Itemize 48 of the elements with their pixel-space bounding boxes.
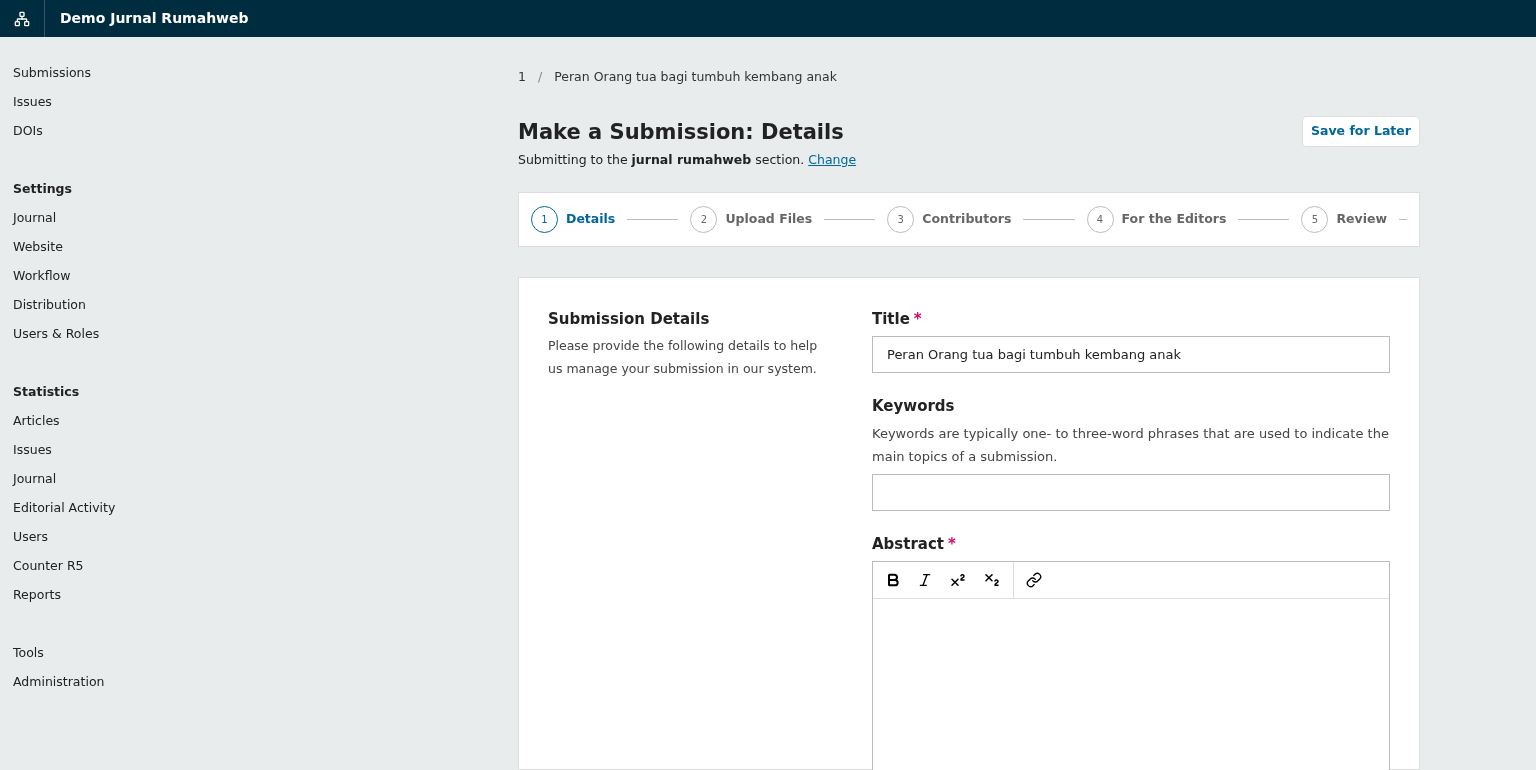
step-tab[interactable]: 5 Review xyxy=(1301,205,1388,233)
sidebar-link[interactable]: Journal xyxy=(13,204,57,233)
superscript-icon[interactable] xyxy=(949,571,967,589)
sidebar-heading: Statistics xyxy=(13,383,81,402)
sidebar-link[interactable]: Reports xyxy=(13,581,61,610)
change-link[interactable]: Change xyxy=(808,150,857,170)
sidebar-link[interactable]: Journal xyxy=(13,465,57,494)
text-field[interactable] xyxy=(872,473,1390,511)
sidebar-link[interactable]: Distribution xyxy=(13,291,86,320)
bold-icon[interactable] xyxy=(885,572,901,588)
sidebar-link[interactable]: Users xyxy=(13,523,48,552)
sidebar-link[interactable]: Editorial Activity xyxy=(13,494,116,523)
sidebar-link[interactable]: Submissions xyxy=(13,59,92,88)
page-subtitle: Submitting to the jurnal rumahweb section. xyxy=(518,150,805,169)
sidebar-link[interactable]: Issues xyxy=(13,88,52,117)
step-tab[interactable]: 4 For the Editors xyxy=(1086,205,1227,233)
section-title: Submission Details xyxy=(548,308,711,330)
link-icon[interactable] xyxy=(1026,572,1042,588)
sidebar-link[interactable]: Counter R5 xyxy=(13,552,84,581)
sidebar-link[interactable]: Administration xyxy=(13,668,105,697)
sidebar-link[interactable]: Issues xyxy=(13,436,52,465)
sidebar-link[interactable]: Users & Roles xyxy=(13,320,100,349)
sidebar-link[interactable]: Workflow xyxy=(13,262,71,291)
save-for-later-button[interactable]: Save for Later xyxy=(1302,115,1420,147)
field-label: Keywords xyxy=(872,396,955,417)
breadcrumb-item: Peran Orang tua bagi tumbuh kembang anak xyxy=(554,68,837,86)
sitemap-icon[interactable] xyxy=(14,10,30,27)
italic-icon[interactable] xyxy=(917,572,933,588)
field-label: Title xyxy=(872,308,910,330)
journal-title[interactable]: Demo Jurnal Rumahweb xyxy=(60,8,249,29)
subscript-icon[interactable] xyxy=(983,571,1001,589)
section-description: Please provide the following details to help us manage your submission in our system. xyxy=(548,337,819,378)
sidebar-heading: Settings xyxy=(13,180,73,199)
sidebar-link[interactable]: Tools xyxy=(13,639,44,668)
step-tab[interactable]: 3 Contributors xyxy=(887,205,1012,233)
required-mark: * xyxy=(948,533,956,555)
breadcrumb-item[interactable]: 1 xyxy=(518,68,526,87)
required-mark: * xyxy=(913,308,922,330)
sidebar-link[interactable]: DOIs xyxy=(13,117,43,146)
breadcrumb-separator: / xyxy=(537,68,543,86)
text-field[interactable]: Peran Orang tua bagi tumbuh kembang anak xyxy=(872,336,1390,373)
field-label: Abstract xyxy=(872,533,945,555)
step-tab[interactable]: 2 Upload Files xyxy=(690,205,813,233)
step-tab[interactable]: 1 Details xyxy=(531,205,616,233)
page-title: Make a Submission: Details xyxy=(518,118,845,146)
field-help: Keywords are typically one- to three-word phrases that are used to indicate the main topics of a submission. xyxy=(872,424,1390,466)
sidebar-link[interactable]: Website xyxy=(13,233,63,262)
sidebar-link[interactable]: Articles xyxy=(13,407,60,436)
